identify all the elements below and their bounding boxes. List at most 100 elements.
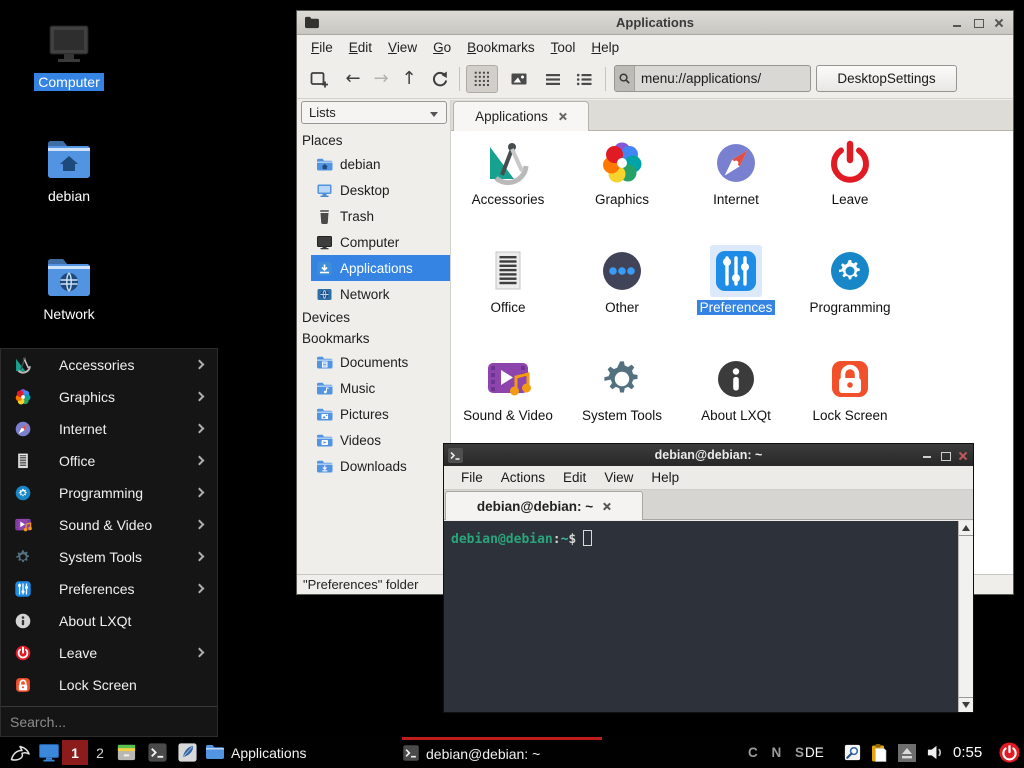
- sidebar-item-network[interactable]: Network: [297, 281, 450, 307]
- menu-item-accessories[interactable]: Accessories: [1, 349, 217, 381]
- address-bar[interactable]: [614, 65, 811, 92]
- fm-menu-file[interactable]: File: [303, 38, 341, 57]
- tab-close-icon[interactable]: [602, 502, 611, 511]
- sidebar-item-videos[interactable]: Videos: [297, 427, 450, 453]
- sidebar-mode-selector[interactable]: Lists: [301, 101, 447, 124]
- other-icon: [596, 245, 648, 297]
- sidebar-item-documents[interactable]: Documents: [297, 349, 450, 375]
- forward-button[interactable]: →: [369, 65, 393, 93]
- workspace-2-button[interactable]: 2: [92, 737, 108, 768]
- terminal-scrollbar[interactable]: [958, 521, 973, 712]
- icon-view-button[interactable]: [466, 65, 498, 93]
- fm-menu-help[interactable]: Help: [583, 38, 627, 57]
- terminal-menu-help[interactable]: Help: [642, 469, 688, 486]
- fm-close-button[interactable]: [993, 17, 1005, 29]
- menu-item-about-lxqt[interactable]: About LXQt: [1, 605, 217, 637]
- menu-item-programming[interactable]: Programming: [1, 477, 217, 509]
- menu-search[interactable]: [1, 706, 217, 736]
- category-preferences[interactable]: Preferences: [681, 245, 791, 316]
- menu-item-office[interactable]: Office: [1, 445, 217, 477]
- file-manager-launcher[interactable]: [114, 737, 139, 768]
- scroll-down-icon[interactable]: [959, 697, 973, 712]
- sidebar-item-desktop[interactable]: Desktop: [297, 177, 450, 203]
- category-office[interactable]: Office: [453, 245, 563, 316]
- terminal-launcher[interactable]: [145, 737, 170, 768]
- desktop-settings-button[interactable]: DesktopSettings: [816, 65, 957, 92]
- sidebar-item-debian[interactable]: debian: [297, 151, 450, 177]
- address-input[interactable]: [635, 71, 805, 86]
- fm-menu-go[interactable]: Go: [425, 38, 459, 57]
- fm-tab-bar: Applications: [451, 100, 1013, 131]
- category-about-lxqt[interactable]: About LXQt: [681, 353, 791, 424]
- detailed-list-view-button[interactable]: [571, 65, 597, 93]
- category-internet[interactable]: Internet: [681, 137, 791, 208]
- category-accessories[interactable]: Accessories: [453, 137, 563, 208]
- tab-close-icon[interactable]: [558, 112, 567, 121]
- category-leave[interactable]: Leave: [795, 137, 905, 208]
- clock[interactable]: 0:55: [953, 737, 982, 768]
- category-graphics[interactable]: Graphics: [567, 137, 677, 208]
- menu-item-graphics[interactable]: Graphics: [1, 381, 217, 413]
- back-button[interactable]: ←: [341, 65, 365, 93]
- reload-button[interactable]: [427, 65, 453, 93]
- sidebar-item-music[interactable]: Music: [297, 375, 450, 401]
- category-programming[interactable]: Programming: [795, 245, 905, 316]
- fm-title-bar[interactable]: Applications: [297, 11, 1013, 35]
- workspace-1-button[interactable]: 1: [62, 740, 88, 765]
- sidebar-item-applications[interactable]: Applications: [297, 255, 450, 281]
- task-button-applications[interactable]: Applications: [205, 737, 395, 768]
- terminal-menu-file[interactable]: File: [452, 469, 492, 486]
- power-tray-button[interactable]: [996, 737, 1022, 768]
- fm-minimize-button[interactable]: [951, 17, 963, 29]
- terminal-maximize-button[interactable]: [939, 450, 949, 460]
- compact-view-button[interactable]: [540, 65, 566, 93]
- main-menu-button[interactable]: [6, 737, 34, 768]
- menu-item-sound-video[interactable]: Sound & Video: [1, 509, 217, 541]
- keyboard-layout-indicator[interactable]: DE: [805, 737, 824, 768]
- menu-item-leave[interactable]: Leave: [1, 637, 217, 669]
- category-other[interactable]: Other: [567, 245, 677, 316]
- sidebar-item-pictures[interactable]: Pictures: [297, 401, 450, 427]
- up-button[interactable]: ↑: [397, 65, 421, 93]
- screenshot-tray-icon[interactable]: [841, 737, 863, 768]
- desktop-icon-debian[interactable]: debian: [14, 136, 124, 205]
- menu-search-input[interactable]: [10, 714, 200, 730]
- thumbnail-view-button[interactable]: [506, 65, 532, 93]
- clipboard-tray-icon[interactable]: [867, 737, 891, 768]
- fm-menu-view[interactable]: View: [380, 38, 425, 57]
- category-sound-video[interactable]: Sound & Video: [453, 353, 563, 424]
- fm-tab-applications[interactable]: Applications: [453, 101, 589, 131]
- downloads-folder-icon: [316, 459, 333, 474]
- fm-menu-edit[interactable]: Edit: [341, 38, 380, 57]
- sidebar-item-trash[interactable]: Trash: [297, 203, 450, 229]
- terminal-close-button[interactable]: [957, 450, 967, 460]
- terminal-title-bar[interactable]: debian@debian: ~: [444, 444, 973, 466]
- volume-tray-icon[interactable]: [923, 737, 947, 768]
- desktop-icon-network[interactable]: Network: [14, 254, 124, 323]
- fm-maximize-button[interactable]: [972, 17, 984, 29]
- fm-menu-bookmarks[interactable]: Bookmarks: [459, 38, 543, 57]
- text-editor-launcher[interactable]: [175, 737, 200, 768]
- menu-item-system-tools[interactable]: System Tools: [1, 541, 217, 573]
- terminal-output-area[interactable]: debian@debian:~$: [444, 521, 973, 712]
- show-desktop-button[interactable]: [36, 737, 62, 768]
- menu-item-internet[interactable]: Internet: [1, 413, 217, 445]
- sidebar-item-computer[interactable]: Computer: [297, 229, 450, 255]
- terminal-menu-actions[interactable]: Actions: [492, 469, 554, 486]
- removable-media-tray-icon[interactable]: [896, 737, 918, 768]
- terminal-menu-edit[interactable]: Edit: [554, 469, 595, 486]
- fm-menu-tool[interactable]: Tool: [543, 38, 584, 57]
- menu-item-preferences[interactable]: Preferences: [1, 573, 217, 605]
- scroll-up-icon[interactable]: [959, 521, 973, 536]
- terminal-menu-view[interactable]: View: [595, 469, 642, 486]
- sidebar-item-downloads[interactable]: Downloads: [297, 453, 450, 479]
- terminal-minimize-button[interactable]: [921, 450, 931, 460]
- fm-toolbar: ← → ↑ DesktopSettings: [297, 59, 1013, 99]
- new-tab-button[interactable]: [305, 65, 333, 93]
- menu-item-lock-screen[interactable]: Lock Screen: [1, 669, 217, 701]
- terminal-tab[interactable]: debian@debian: ~: [445, 491, 643, 520]
- category-system-tools[interactable]: System Tools: [567, 353, 677, 424]
- category-lock-screen[interactable]: Lock Screen: [795, 353, 905, 424]
- task-button-terminal[interactable]: debian@debian: ~: [402, 737, 602, 768]
- desktop-icon-computer[interactable]: Computer: [14, 22, 124, 91]
